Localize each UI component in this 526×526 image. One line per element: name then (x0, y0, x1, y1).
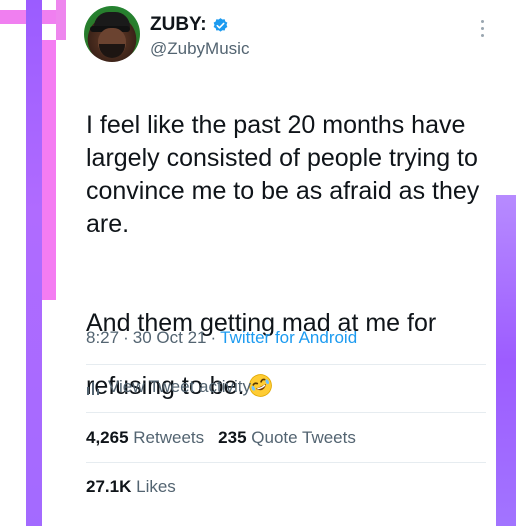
quote-tweets-stat[interactable]: 235 Quote Tweets (218, 428, 356, 448)
view-tweet-activity-link[interactable]: View Tweet activity (86, 377, 251, 397)
quote-tweets-label: Quote Tweets (251, 428, 356, 447)
analytics-bars-icon (86, 379, 100, 395)
divider (86, 412, 486, 413)
tweet-paragraph-1: I feel like the past 20 months have larg… (86, 111, 480, 238)
avatar[interactable] (84, 6, 140, 62)
tweet-header: ZUBY: @ZubyMusic (84, 6, 484, 66)
decorative-bar (42, 40, 56, 300)
tweet-time[interactable]: 8:27 (86, 328, 119, 348)
author-name-row: ZUBY: (150, 14, 229, 36)
divider (86, 364, 486, 365)
meta-separator: · (123, 328, 129, 347)
likes-count: 27.1K (86, 477, 132, 496)
decorative-bar (26, 0, 42, 526)
tweet-source-link[interactable]: Twitter for Android (220, 328, 357, 348)
screenshot-stage: ZUBY: @ZubyMusic I feel like the past 20… (0, 0, 526, 526)
more-options-icon[interactable] (480, 20, 486, 40)
tweet-meta: 8:27 · 30 Oct 21 · Twitter for Android (86, 328, 357, 348)
retweets-count: 4,265 (86, 428, 129, 447)
engagement-stats: 4,265 Retweets 235 Quote Tweets (86, 428, 356, 448)
divider (86, 462, 486, 463)
meta-separator: · (210, 328, 217, 347)
tweet-date[interactable]: 30 Oct 21 (133, 328, 207, 348)
verified-badge-icon (212, 17, 229, 34)
retweets-stat[interactable]: 4,265 Retweets (86, 428, 204, 448)
author-display-name[interactable]: ZUBY: (150, 14, 207, 36)
tweet-card: ZUBY: @ZubyMusic I feel like the past 20… (66, 0, 496, 526)
likes-stat[interactable]: 27.1K Likes (86, 477, 176, 497)
author-handle[interactable]: @ZubyMusic (150, 39, 249, 59)
view-tweet-activity-label: View Tweet activity (108, 377, 251, 396)
likes-label: Likes (136, 477, 176, 496)
quote-tweets-count: 235 (218, 428, 247, 447)
retweets-label: Retweets (133, 428, 205, 447)
